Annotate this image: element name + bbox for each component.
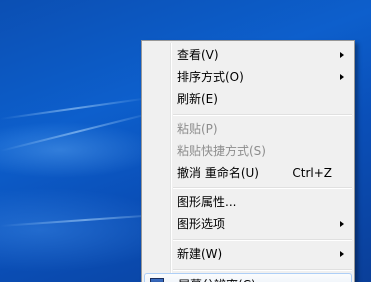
submenu-arrow-icon [340,221,344,227]
menu-item-new[interactable]: 新建(W) [144,243,352,265]
menu-item-sort-by[interactable]: 排序方式(O) [144,66,352,88]
menu-item-screen-resolution[interactable]: 屏幕分辨率(C) [144,273,352,282]
menu-item-paste[interactable]: 粘贴(P) [144,118,352,140]
menu-item-refresh[interactable]: 刷新(E) [144,88,352,110]
menu-item-label: 刷新(E) [177,92,218,106]
menu-item-paste-shortcut[interactable]: 粘贴快捷方式(S) [144,140,352,162]
menu-item-label: 图形属性... [177,195,237,209]
menu-separator [173,239,352,241]
menu-item-view[interactable]: 查看(V) [144,44,352,66]
menu-item-shortcut: Ctrl+Z [292,166,332,180]
menu-item-label: 粘贴快捷方式(S) [177,144,266,158]
desktop-context-menu: 查看(V) 排序方式(O) 刷新(E) 粘贴(P) 粘贴快捷方式(S) 撤消 重… [141,40,355,282]
menu-separator [173,187,352,189]
menu-item-label: 粘贴(P) [177,122,218,136]
screen-resolution-icon [150,278,164,282]
menu-item-label: 排序方式(O) [177,70,244,84]
menu-item-label: 查看(V) [177,48,219,62]
menu-item-label: 图形选项 [177,217,226,231]
menu-item-label: 撤消 重命名(U) [177,166,259,180]
submenu-arrow-icon [340,74,344,80]
menu-item-graphics-properties[interactable]: 图形属性... [144,191,352,213]
wallpaper-light-streak [0,97,149,120]
menu-item-undo-rename[interactable]: 撤消 重命名(U) Ctrl+Z [144,162,352,184]
menu-item-label: 新建(W) [177,247,223,261]
menu-item-label: 屏幕分辨率(C) [178,274,256,282]
menu-separator [173,114,352,116]
submenu-arrow-icon [340,52,344,58]
menu-item-graphics-options[interactable]: 图形选项 [144,213,352,235]
submenu-arrow-icon [340,251,344,257]
menu-separator [173,269,352,271]
wallpaper-light-streak [0,111,156,152]
